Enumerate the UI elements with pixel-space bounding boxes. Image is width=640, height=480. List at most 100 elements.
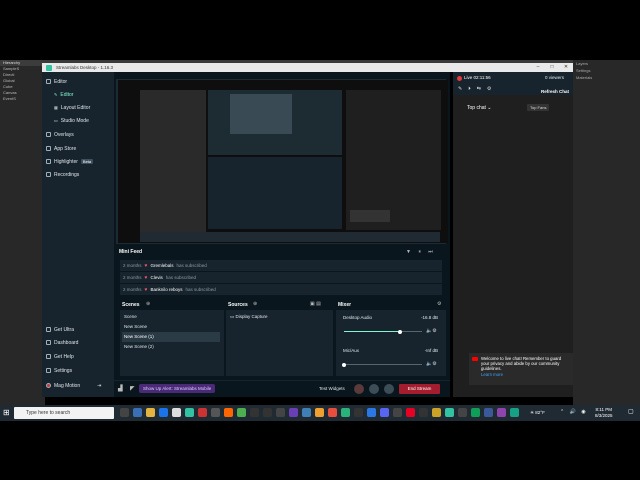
app-icon[interactable] (458, 408, 467, 417)
app-icon[interactable] (432, 408, 441, 417)
app-icon[interactable] (497, 408, 506, 417)
nav-item-highlighter[interactable]: Highlighter Beta (46, 157, 94, 166)
notification-center-icon[interactable]: ▢ (628, 408, 634, 415)
nav-sub-studio-mode[interactable]: ▭ Studio Mode (54, 116, 89, 125)
filter-icon[interactable]: ▼ ⏸ ⏭ (406, 249, 436, 255)
screenshot-button[interactable] (384, 384, 394, 394)
chat-tools-icon[interactable]: ✎⏵⇆⚙ (458, 86, 497, 92)
app-icon[interactable] (484, 408, 493, 417)
app-icon[interactable] (198, 408, 207, 417)
app-icon[interactable] (471, 408, 480, 417)
tray-icons[interactable]: ⌃ 🔊 ◉ (560, 409, 588, 415)
app-icon[interactable] (393, 408, 402, 417)
app-icon[interactable] (302, 408, 311, 417)
nav-label: Settings (54, 367, 73, 374)
task-view-icon[interactable] (120, 408, 129, 417)
nav-item-profile[interactable]: Mag Motion ⇥ (46, 381, 101, 390)
search-placeholder: Type here to search (26, 410, 71, 416)
app-icon[interactable] (419, 408, 428, 417)
file-explorer-icon[interactable] (146, 408, 155, 417)
app-icon[interactable] (315, 408, 324, 417)
sources-list: ▭ Display Capture (226, 310, 333, 376)
highlighter-icon (46, 159, 51, 164)
nav-item-app-store[interactable]: App Store (46, 144, 76, 153)
app-icon[interactable] (328, 408, 337, 417)
nav-sub-label: Editor (60, 91, 74, 98)
background-hierarchy-panel: Hierarchy SampleS Directi Global Cube Ca… (0, 60, 45, 405)
taskbar-search-input[interactable]: Type here to search (14, 407, 114, 419)
edit-icon: ✎ (54, 92, 58, 97)
app-icon[interactable] (367, 408, 376, 417)
test-widgets-button[interactable]: Test Widgets (319, 386, 345, 391)
mixer-settings-icon[interactable]: ⚙ (437, 301, 441, 307)
scene-item[interactable]: New Scene (122, 322, 220, 332)
mixer-slider-knob[interactable] (342, 362, 346, 367)
top-chat-dropdown[interactable]: Top chat ⌄ (467, 105, 492, 111)
learn-more-link[interactable]: Learn more (481, 372, 503, 377)
stream-preview[interactable] (118, 80, 448, 243)
replay-buffer-button[interactable] (369, 384, 379, 394)
end-stream-button[interactable]: End Stream (399, 384, 440, 394)
close-button[interactable]: ✕ (559, 63, 573, 72)
nav-item-get-help[interactable]: Get Help (46, 352, 74, 361)
nav-item-editor[interactable]: Editor (46, 77, 67, 86)
add-source-icon[interactable]: ⊕ (253, 301, 257, 307)
inspector-row: Layers (576, 61, 589, 66)
scene-item[interactable]: New Scene (2) (122, 342, 220, 352)
top-fans-button[interactable]: Top Fans (527, 104, 550, 111)
nav-item-get-ultra[interactable]: Get Ultra (46, 325, 74, 334)
app-icon[interactable] (250, 408, 259, 417)
app-icon[interactable] (341, 408, 350, 417)
promo-banner[interactable]: Show Up Alert: Streamlabs Mobile (139, 384, 216, 393)
scene-item[interactable]: Scene (122, 312, 220, 322)
streamlabs-icon[interactable] (185, 408, 194, 417)
speaker-icon[interactable]: 🔈⚙ (426, 328, 437, 334)
nav-label: Highlighter (54, 158, 78, 165)
edge-icon[interactable] (133, 408, 142, 417)
performance-icon[interactable]: ▟ (118, 385, 123, 392)
nav-item-overlays[interactable]: Overlays (46, 130, 74, 139)
app-icon[interactable] (263, 408, 272, 417)
weather-widget[interactable]: ☀ 82°F (530, 410, 545, 416)
app-icon[interactable] (276, 408, 285, 417)
windows-start-icon[interactable]: ⊞ (3, 408, 10, 418)
notification-icon[interactable]: ◤ (130, 385, 135, 392)
app-icon[interactable] (354, 408, 363, 417)
taskbar-clock[interactable]: 8:11 PM 8/3/2025 (595, 407, 613, 419)
app-icon[interactable] (224, 408, 233, 417)
vscode-icon[interactable] (159, 408, 168, 417)
viewer-count: 0 viewers (545, 75, 565, 80)
ultra-icon (46, 327, 51, 332)
mixer-slider-knob[interactable] (398, 329, 403, 334)
record-button[interactable] (354, 384, 364, 394)
app-icon[interactable] (211, 408, 220, 417)
maximize-button[interactable]: □ (545, 63, 559, 72)
logout-icon[interactable]: ⇥ (97, 383, 101, 389)
mixer-track (344, 364, 422, 365)
scenes-panel: Scenes ⊕ Scene New Scene New Scene (1) N… (120, 300, 224, 376)
nav-sub-layout-editor[interactable]: ▦ Layout Editor (54, 103, 90, 112)
nav-sub-editor[interactable]: ✎ Editor (54, 90, 73, 99)
app-icon[interactable] (289, 408, 298, 417)
chat-body: Top chat ⌄ Top Fans Welcome to live chat… (453, 95, 573, 397)
nav-item-dashboard[interactable]: Dashboard (46, 338, 78, 347)
editor-icon (46, 79, 51, 84)
discord-icon[interactable] (380, 408, 389, 417)
minimize-button[interactable]: – (531, 63, 545, 72)
speaker-icon[interactable]: 🔈⚙ (426, 361, 437, 367)
help-icon (46, 354, 51, 359)
nav-item-settings[interactable]: Settings (46, 366, 72, 375)
background-inspector-panel: Layers Settings Materials (573, 60, 640, 405)
app-icon[interactable] (445, 408, 454, 417)
app-icon[interactable] (406, 408, 415, 417)
window-titlebar[interactable]: Streamlabs Desktop - 1.16.3 – □ ✕ (42, 63, 573, 72)
add-scene-icon[interactable]: ⊕ (146, 301, 150, 307)
source-tools-icon[interactable]: ▣ ▤ (310, 301, 321, 307)
source-item[interactable]: ▭ Display Capture (228, 312, 331, 322)
unity-icon[interactable] (172, 408, 181, 417)
app-icon[interactable] (510, 408, 519, 417)
nav-item-recordings[interactable]: Recordings (46, 170, 79, 179)
scene-item-active[interactable]: New Scene (1) (122, 332, 220, 342)
app-icon[interactable] (237, 408, 246, 417)
refresh-chat-button[interactable]: Refresh Chat (541, 89, 569, 94)
